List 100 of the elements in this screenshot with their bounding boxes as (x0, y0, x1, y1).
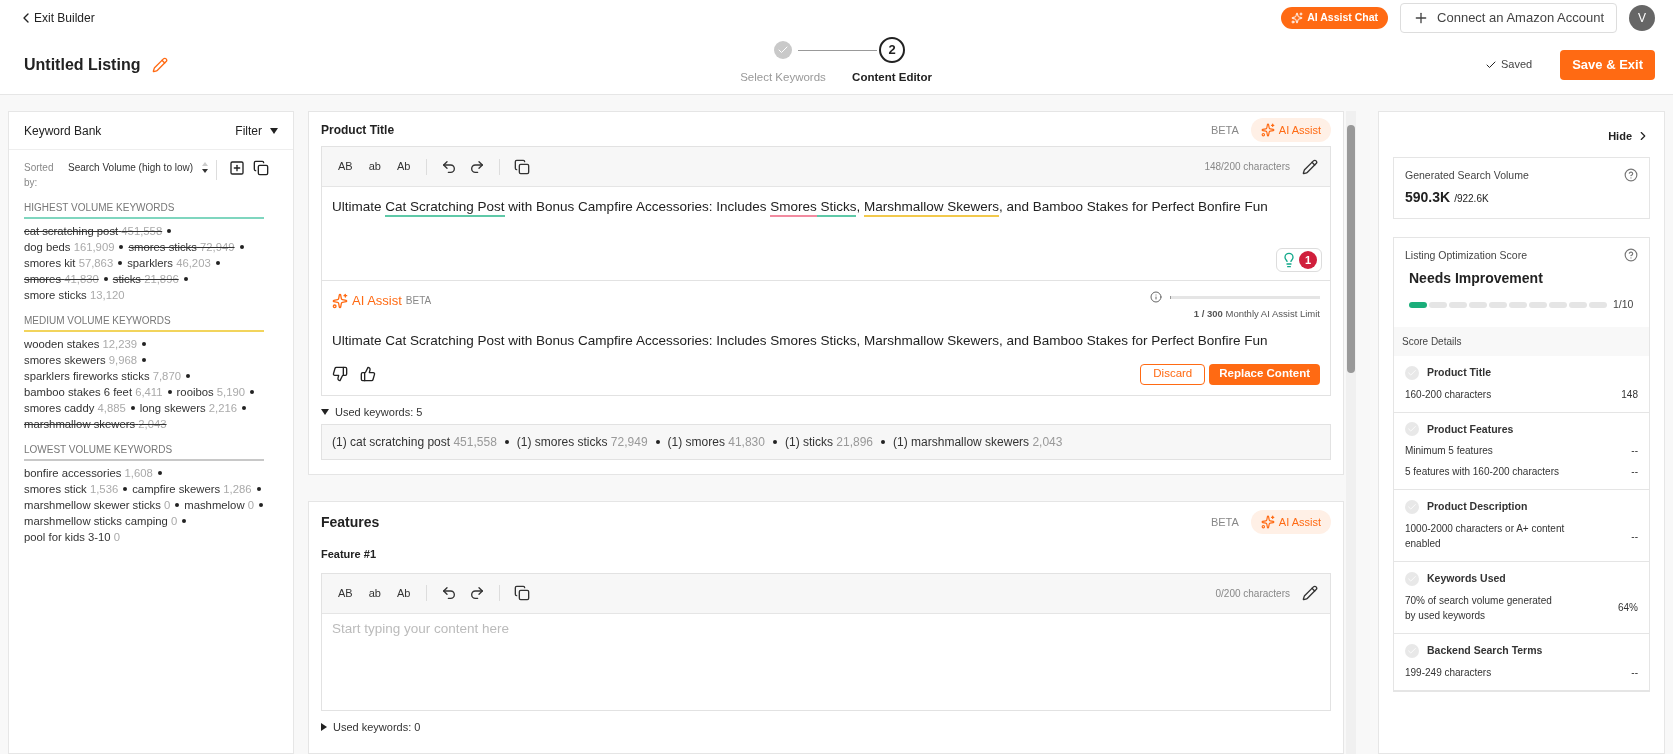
thumbs-up-icon[interactable] (360, 366, 376, 382)
search-volume-total: /922.6K (1454, 192, 1489, 207)
step-number: 2 (879, 37, 905, 63)
expanded-triangle-icon[interactable] (321, 408, 329, 415)
used-keyword: (1) sticks 21,896 (784, 434, 874, 451)
keyword[interactable]: sparklers fireworks sticks 7,870 (24, 368, 181, 384)
sparkles-icon (1260, 123, 1275, 137)
character-count: 148/200 characters (1204, 160, 1290, 174)
pencil-icon[interactable] (1302, 585, 1318, 601)
keyword[interactable]: smores kit 57,863 (24, 255, 114, 271)
case-button[interactable]: ab (360, 580, 389, 606)
help-icon[interactable] (1624, 248, 1638, 263)
copy-icon[interactable] (514, 585, 531, 601)
detail-requirement: Minimum 5 features (1405, 444, 1494, 459)
used-keyword: (1) smores sticks 72,949 (516, 434, 648, 451)
suggestion-badge[interactable]: 1 (1276, 248, 1322, 272)
detail-title: Product Title (1427, 364, 1491, 380)
thumbs-down-icon[interactable] (332, 366, 348, 382)
panel-title: Keyword Bank (24, 122, 102, 140)
exit-builder-link[interactable]: Exit Builder (18, 8, 95, 27)
used-keyword: (1) smores 41,830 (667, 434, 765, 451)
step-label[interactable]: Content Editor (852, 69, 932, 87)
keyword[interactable]: mashmelow 0 (184, 497, 254, 513)
used-keyword: (1) marshmallow skewers 2,043 (893, 434, 1063, 451)
detail-title: Keywords Used (1427, 571, 1506, 586)
score-details-header: Score Details (1394, 326, 1649, 356)
keyword[interactable]: marshmellow skewer sticks 0 (24, 497, 171, 513)
detail-requirement: 199-249 characters (1405, 665, 1493, 680)
info-icon[interactable] (1150, 291, 1162, 303)
detail-value: -- (1631, 665, 1638, 680)
keyword[interactable]: cat scratching post 451,558 (24, 223, 163, 239)
group-heading: LOWEST VOLUME KEYWORDS (24, 443, 174, 457)
keyword[interactable]: wooden stakes 12,239 (24, 336, 138, 352)
feature-label: Feature #1 (321, 547, 378, 562)
section-title: Features (321, 512, 380, 532)
keyword[interactable]: smore sticks 13,120 (24, 287, 125, 303)
sparkles-icon (1291, 11, 1304, 24)
card-label: Listing Optimization Score (1405, 248, 1527, 264)
collapsed-triangle-icon[interactable] (321, 722, 327, 731)
search-volume-value: 590.3K (1405, 188, 1451, 208)
sort-select[interactable]: Search Volume (high to low) (68, 160, 208, 175)
keyword[interactable]: sticks 21,896 (112, 271, 179, 287)
keyword[interactable]: long skewers 2,216 (139, 400, 238, 416)
detail-value: -- (1631, 465, 1638, 480)
user-avatar[interactable]: V (1629, 4, 1655, 31)
connect-account-button[interactable]: Connect an Amazon Account (1400, 2, 1617, 33)
keyword[interactable]: marshmellow sticks camping 0 (24, 513, 178, 529)
copy-icon[interactable] (253, 160, 269, 176)
keyword[interactable]: smores stick 1,536 (24, 481, 119, 497)
detail-requirement: 1000-2000 characters or A+ content enabled (1405, 522, 1565, 551)
keyword[interactable]: bamboo stakes 6 feet 6,411 (24, 384, 163, 400)
feature-input[interactable]: Start typing your content here (322, 619, 1330, 640)
group-heading: MEDIUM VOLUME KEYWORDS (24, 314, 172, 328)
keyword[interactable]: bonfire accessories 1,608 (24, 465, 153, 481)
ai-assist-label: AI Assist (352, 292, 402, 310)
case-button[interactable]: Ab (388, 580, 419, 606)
keyword[interactable]: smores 41,830 (24, 271, 99, 287)
detail-value: -- (1631, 444, 1638, 459)
saved-status: Saved (1500, 57, 1533, 73)
filter-dropdown[interactable]: Filter (235, 121, 278, 140)
case-button[interactable]: Ab (388, 154, 419, 179)
hide-button[interactable]: Hide (1608, 128, 1650, 145)
listing-title: Untitled Listing (24, 54, 141, 75)
used-keywords-toggle[interactable]: Used keywords: 5 (335, 403, 423, 420)
suggestion-text: Ultimate Cat Scratching Post with Bonus Campfire Accessories: Includes Smores Sticks, Marshmallow Skewers, and Bamboo Stakes for Perfect Bonfire Fun (332, 332, 1269, 351)
keyword[interactable]: dog beds 161,909 (24, 239, 115, 255)
detail-value: 148 (1621, 387, 1638, 402)
used-keywords-toggle[interactable]: Used keywords: 0 (333, 718, 421, 735)
pencil-icon[interactable] (1302, 158, 1318, 175)
case-button[interactable]: AB (330, 154, 361, 179)
sparkles-icon (1260, 515, 1275, 529)
group-heading: HIGHEST VOLUME KEYWORDS (24, 201, 176, 215)
detail-title: Product Description (1427, 499, 1528, 515)
keyword[interactable]: marshmallow skewers 2,043 (24, 416, 167, 432)
copy-icon[interactable] (514, 158, 531, 175)
case-button[interactable]: AB (330, 580, 361, 606)
detail-title: Product Features (1427, 421, 1514, 437)
case-button[interactable]: ab (360, 154, 389, 179)
keyword[interactable]: rooibos 5,190 (176, 384, 246, 400)
scrollbar[interactable] (1346, 111, 1356, 754)
used-keyword: (1) cat scratching post 451,558 (332, 434, 497, 451)
undo-icon[interactable] (441, 585, 458, 601)
detail-title: Backend Search Terms (1427, 642, 1543, 658)
score-value: 1/10 (1613, 297, 1634, 312)
detail-value: -- (1631, 529, 1638, 544)
sparkles-icon (332, 292, 348, 309)
add-icon[interactable] (229, 160, 245, 176)
keyword[interactable]: smores skewers 9,968 (24, 352, 138, 368)
keyword[interactable]: sparklers 46,203 (127, 255, 211, 271)
title-text[interactable]: Ultimate Cat Scratching Post with Bonus Campfire Accessories: Includes Smores Sticks, Marshmallow Skewers, and Bamboo Stakes for Perfect Bonfire Fun (332, 197, 1320, 218)
keyword[interactable]: smores caddy 4,885 (24, 400, 126, 416)
keyword[interactable]: smores sticks 72,949 (128, 239, 235, 255)
help-icon[interactable] (1624, 167, 1638, 182)
keyword[interactable]: pool for kids 3-10 0 (24, 529, 121, 545)
redo-icon[interactable] (469, 585, 486, 601)
beta-label: BETA (405, 294, 432, 309)
undo-icon[interactable] (441, 158, 458, 175)
keyword[interactable]: campfire skewers 1,286 (132, 481, 252, 497)
score-status: Needs Improvement (1409, 269, 1544, 288)
redo-icon[interactable] (469, 158, 486, 175)
